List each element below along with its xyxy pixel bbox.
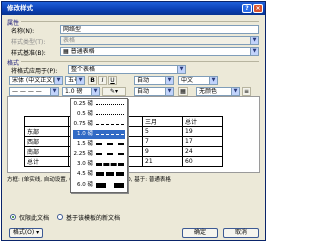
table-cell xyxy=(24,116,69,127)
borders-button[interactable]: ▦ xyxy=(178,87,188,96)
help-button[interactable]: ? xyxy=(242,4,252,13)
table-cell: 西部 xyxy=(24,136,69,147)
only-this-doc-radio[interactable] xyxy=(10,214,16,220)
chevron-down-icon: ▼ xyxy=(165,88,173,95)
apply-to-label: 将格式应用于(P): xyxy=(11,68,58,75)
line-width-select[interactable]: 1.0 磅 ▼ xyxy=(62,87,100,96)
border-color-select[interactable]: 自动 ▼ xyxy=(134,87,174,96)
format-divider xyxy=(21,61,259,62)
table-cell: 24 xyxy=(182,146,223,157)
line-width-option[interactable]: 0.75 磅 xyxy=(73,120,125,129)
table-style-icon: ▦ xyxy=(63,48,71,55)
font-color-select[interactable]: 自动 ▼ xyxy=(134,76,174,85)
style-description: 方框: (单实线, 自动设置, 0.5 磅 行宽), 优先级: 60, 基于: … xyxy=(7,177,171,183)
chevron-down-icon: ▼ xyxy=(91,88,99,95)
chevron-down-icon: ▼ xyxy=(50,88,58,95)
chevron-down-icon: ▼ xyxy=(177,66,185,73)
style-type-select: 表格 ▼ xyxy=(60,36,259,45)
chevron-down-icon: ▼ xyxy=(250,48,258,55)
line-width-option[interactable]: 3.0 磅 xyxy=(73,160,125,169)
style-based-select[interactable]: ▦ 普通表格 ▼ xyxy=(60,47,259,56)
dialog-title: 修改样式 xyxy=(7,4,33,12)
chevron-down-icon: ▼ xyxy=(54,77,62,84)
table-preview: 一月 二月 三月 总计 东部 7 7 5 19 西部 6 4 7 17 南部 xyxy=(7,96,260,173)
ok-button[interactable]: 确定 xyxy=(182,228,218,238)
table-cell: 7 xyxy=(142,136,183,147)
apply-to-select[interactable]: 整个表格 ▼ xyxy=(68,65,186,74)
modify-style-dialog: 修改样式 ? × 属性 名称(N): 网络型 样式类型(T): 表格 ▼ 样式基… xyxy=(1,1,266,241)
line-width-option[interactable]: 1.5 磅 xyxy=(73,140,125,149)
line-width-option[interactable]: 2.25 磅 xyxy=(73,150,125,159)
line-width-option[interactable]: 0.5 磅 xyxy=(73,110,125,119)
table-cell: 17 xyxy=(182,136,223,147)
chevron-down-icon: ▾ xyxy=(34,229,40,236)
line-width-option[interactable]: 0.25 磅 xyxy=(73,100,125,109)
style-based-value: 普通表格 xyxy=(70,48,95,55)
bold-button[interactable]: B xyxy=(88,76,97,85)
chevron-down-icon: ▼ xyxy=(250,37,258,44)
font-family-select[interactable]: 宋体 (中文正文) ▼ xyxy=(9,76,63,85)
style-type-label: 样式类型(T): xyxy=(11,39,46,46)
table-cell: 19 xyxy=(182,126,223,137)
style-type-value: 表格 xyxy=(63,37,76,44)
shading-value: 无颜色 xyxy=(199,88,218,95)
format-button-label: 格式(O) xyxy=(12,229,35,236)
chevron-down-icon: ▼ xyxy=(209,77,217,84)
table-cell: 9 xyxy=(142,146,183,157)
language-select[interactable]: 中文 ▼ xyxy=(178,76,218,85)
table-cell: 南部 xyxy=(24,146,69,157)
name-label: 名称(N): xyxy=(11,28,35,35)
line-width-option[interactable]: 6.0 磅 xyxy=(73,181,125,190)
align-icon: ≡ xyxy=(243,88,250,95)
only-this-doc-label: 仅限此文档 xyxy=(19,215,50,222)
font-color-value: 自动 xyxy=(137,77,150,84)
title-bar: 修改样式 ? × xyxy=(2,2,265,15)
table-cell: 三月 xyxy=(142,116,183,127)
underline-button[interactable]: U xyxy=(108,76,117,85)
apply-to-value: 整个表格 xyxy=(71,66,96,73)
format-menu-button[interactable]: 格式(O) ▾ xyxy=(9,228,43,238)
table-cell: 21 xyxy=(142,156,183,167)
attributes-divider xyxy=(21,21,259,22)
language-value: 中文 xyxy=(181,77,194,84)
border-color-button[interactable]: ✎▾ xyxy=(102,87,126,96)
italic-button[interactable]: I xyxy=(98,76,107,85)
style-based-label: 样式基准(B): xyxy=(11,50,46,57)
line-style-select[interactable]: — — — — ▼ xyxy=(9,87,59,96)
line-width-option[interactable]: 4.5 磅 xyxy=(73,170,125,179)
line-style-value: — — — — xyxy=(12,88,42,95)
font-family-value: 宋体 (中文正文) xyxy=(12,77,55,84)
border-color-value: 自动 xyxy=(137,88,150,95)
pen-color-icon: ✎▾ xyxy=(109,88,119,95)
table-cell: 总计 xyxy=(182,116,223,127)
chevron-down-icon: ▼ xyxy=(231,88,239,95)
line-width-dropdown: 0.25 磅 0.5 磅 0.75 磅 1.0 磅 1.5 磅 2.25 磅 3… xyxy=(70,98,128,193)
chevron-down-icon: ▼ xyxy=(76,77,84,84)
table-cell: 东部 xyxy=(24,126,69,137)
close-button[interactable]: × xyxy=(253,4,263,13)
font-size-select[interactable]: 五号 ▼ xyxy=(65,76,85,85)
line-width-option-selected[interactable]: 1.0 磅 xyxy=(73,130,125,139)
chevron-down-icon: ▼ xyxy=(165,77,173,84)
table-cell: 总计 xyxy=(24,156,69,167)
template-doc-label: 基于该模板的新文档 xyxy=(66,215,121,222)
table-cell: 60 xyxy=(182,156,223,167)
align-button[interactable]: ≡ xyxy=(242,87,251,96)
cancel-button[interactable]: 取消 xyxy=(223,228,259,238)
table-cell: 5 xyxy=(142,126,183,137)
template-doc-radio[interactable] xyxy=(57,214,63,220)
name-input[interactable]: 网络型 xyxy=(60,25,259,34)
shading-select[interactable]: 无颜色 ▼ xyxy=(196,87,240,96)
grid-border-icon: ▦ xyxy=(180,88,186,95)
line-width-value: 1.0 磅 xyxy=(65,88,83,95)
